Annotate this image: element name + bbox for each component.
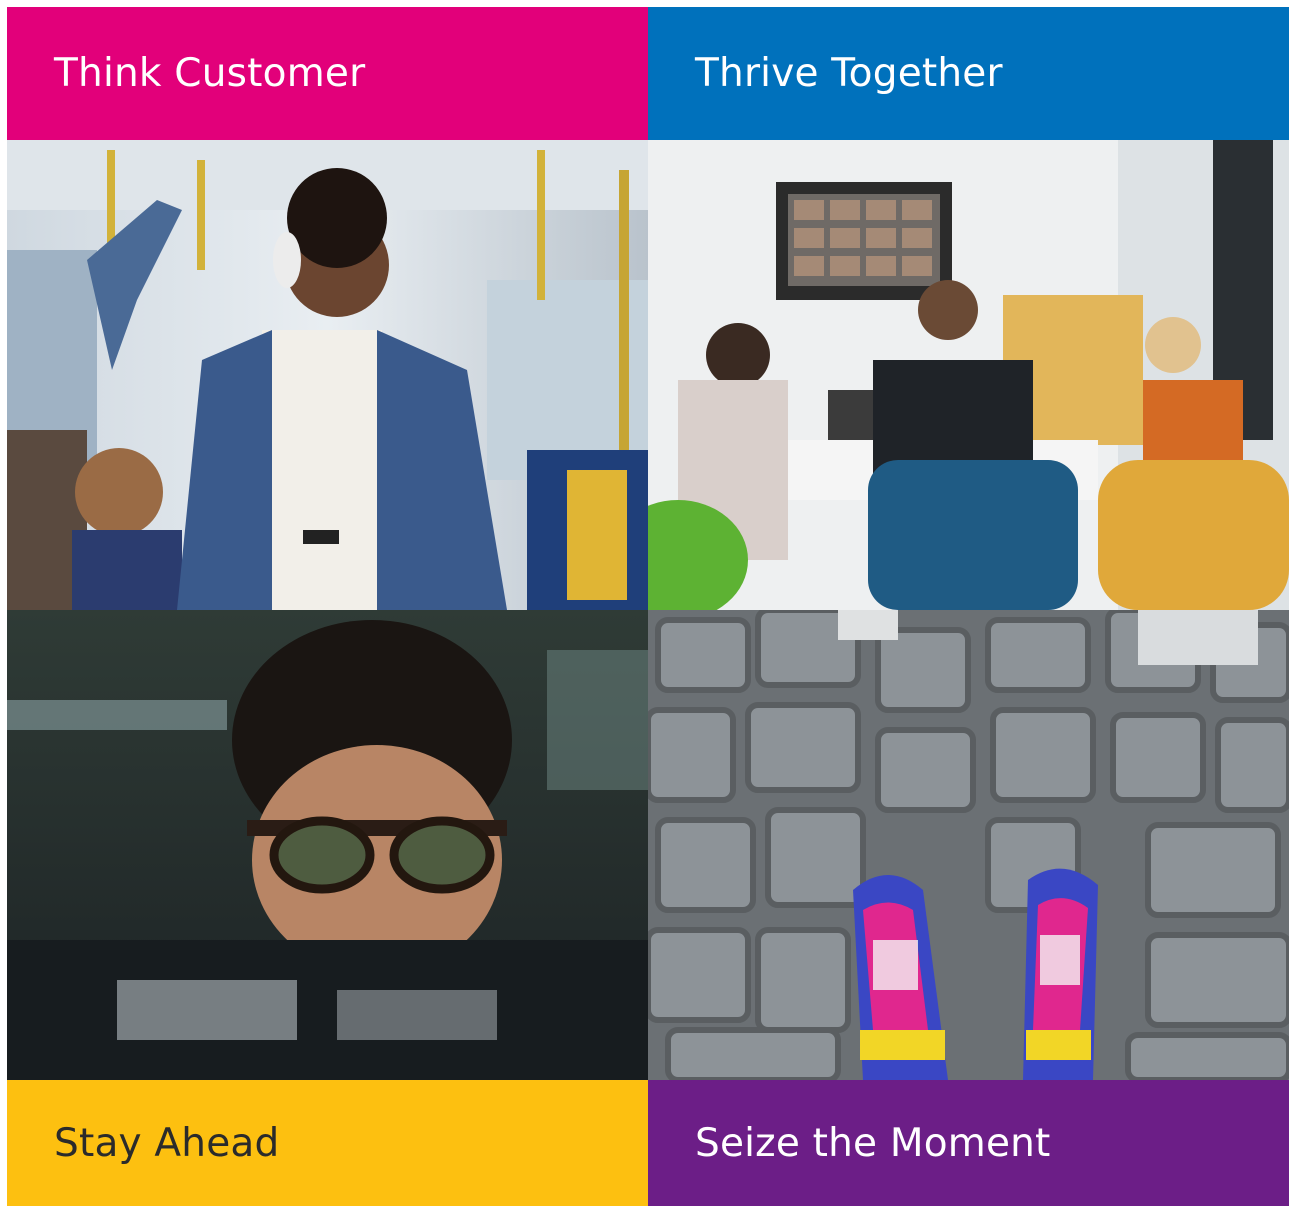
think-customer-label: Think Customer: [54, 51, 366, 96]
stay-ahead-label: Stay Ahead: [54, 1120, 280, 1166]
seize-the-moment-tile: Seize the Moment: [648, 1080, 1289, 1206]
values-grid: Think Customer Thrive Together Stay Ahea…: [7, 7, 1289, 1206]
screen-reflection-photo: [7, 610, 648, 1080]
video-meeting-photo: [648, 140, 1289, 610]
cobblestone-sneakers-photo: [648, 610, 1289, 1080]
stay-ahead-tile: Stay Ahead: [7, 1080, 648, 1206]
seize-the-moment-label: Seize the Moment: [695, 1120, 1051, 1166]
thrive-together-label: Thrive Together: [695, 51, 1003, 96]
thrive-together-tile: Thrive Together: [648, 7, 1289, 140]
think-customer-tile: Think Customer: [7, 7, 648, 140]
bus-commuter-photo: [7, 140, 648, 610]
